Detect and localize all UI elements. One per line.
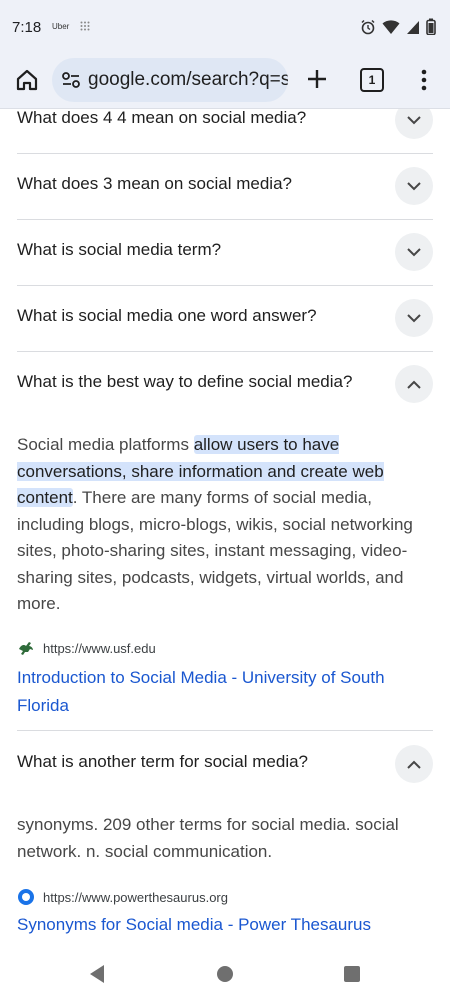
question-item[interactable]: What does 4 4 mean on social media? xyxy=(17,109,433,154)
question-label[interactable]: What does 4 4 mean on social media? xyxy=(17,109,306,128)
result-link[interactable]: Synonyms for Social media - Power Thesau… xyxy=(17,911,427,939)
chevron-down-icon[interactable] xyxy=(395,299,433,337)
tune-icon[interactable] xyxy=(62,72,80,88)
usf-bull-icon xyxy=(19,642,33,655)
question-item-expanded[interactable]: What is the best way to define social me… xyxy=(17,351,433,417)
address-bar[interactable]: google.com/search?q=so xyxy=(52,58,288,102)
result-link[interactable]: Introduction to Social Media - Universit… xyxy=(17,664,427,720)
question-item[interactable]: What does 3 mean on social media? xyxy=(17,153,433,220)
url-text[interactable]: google.com/search?q=so xyxy=(88,69,288,91)
chevron-up-icon[interactable] xyxy=(395,745,433,783)
source-url[interactable]: https://www.usf.edu xyxy=(43,641,156,656)
answer-text: synonyms. 209 other terms for social med… xyxy=(17,815,399,861)
answer-text-end: . There are many forms of social media, … xyxy=(17,488,413,613)
question-item-expanded[interactable]: What is another term for social media? xyxy=(17,731,433,797)
chevron-up-icon[interactable] xyxy=(395,365,433,403)
source-line[interactable]: https://www.powerthesaurus.org xyxy=(17,888,228,906)
plus-icon[interactable] xyxy=(304,66,330,92)
power-thesaurus-icon xyxy=(18,889,34,905)
chevron-down-icon[interactable] xyxy=(395,167,433,205)
question-label[interactable]: What is social media one word answer? xyxy=(17,306,317,326)
status-bar: 7:18 Uber xyxy=(0,0,450,56)
alarm-icon xyxy=(361,19,375,34)
question-item[interactable]: What is social media one word answer? xyxy=(17,285,433,352)
people-also-ask-section: What does 4 4 mean on social media? What… xyxy=(0,109,450,949)
recents-icon[interactable] xyxy=(344,966,360,982)
home-button-icon[interactable] xyxy=(217,966,233,982)
menu-icon[interactable] xyxy=(416,68,432,92)
chevron-down-icon[interactable] xyxy=(395,109,433,139)
grid-icon xyxy=(80,21,90,31)
browser-toolbar: google.com/search?q=so 1 xyxy=(0,56,450,109)
question-label[interactable]: What is another term for social media? xyxy=(17,752,308,772)
question-item[interactable]: What is social media term? xyxy=(17,219,433,286)
status-icons xyxy=(360,18,436,35)
chevron-down-icon[interactable] xyxy=(395,233,433,271)
wifi-icon xyxy=(382,19,400,34)
system-nav-bar xyxy=(0,948,450,1000)
uber-notification-label: Uber xyxy=(52,22,70,31)
status-time: 7:18 xyxy=(12,19,42,36)
answer-text: Social media platforms allow users to ha… xyxy=(17,432,427,618)
tabs-icon[interactable]: 1 xyxy=(360,68,384,92)
battery-icon xyxy=(426,18,436,35)
back-icon[interactable] xyxy=(88,964,106,984)
source-line[interactable]: https://www.usf.edu xyxy=(17,639,156,657)
question-label[interactable]: What is social media term? xyxy=(17,240,221,260)
answer-text-start: Social media platforms xyxy=(17,435,194,454)
signal-icon xyxy=(407,20,419,34)
source-url[interactable]: https://www.powerthesaurus.org xyxy=(43,890,228,905)
question-label[interactable]: What does 3 mean on social media? xyxy=(17,174,292,194)
home-icon[interactable] xyxy=(14,67,40,93)
question-label[interactable]: What is the best way to define social me… xyxy=(17,372,352,392)
